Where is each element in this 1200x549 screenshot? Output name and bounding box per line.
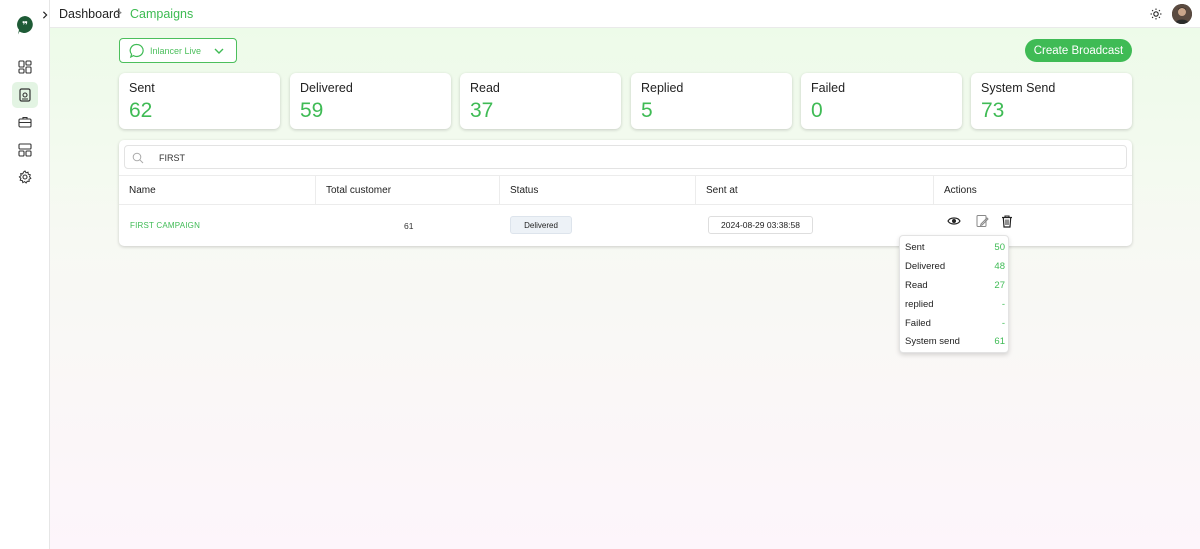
account-select-label: Inlancer Live: [150, 45, 202, 56]
sidebar-item-layout[interactable]: [12, 137, 38, 163]
main-content: Inlancer Live Create Broadcast Sent 62 D…: [50, 28, 1200, 549]
popover-label: Read: [905, 280, 928, 291]
popover-label: System send: [905, 336, 960, 347]
popover-value: -: [1001, 299, 1005, 310]
table-header: Name Total customer Status Sent at Actio…: [119, 175, 1132, 205]
popover-row: Delivered 48: [900, 258, 1010, 276]
popover-row: System send 61: [900, 333, 1010, 351]
gear-icon: [18, 170, 32, 184]
layout-icon: [18, 143, 32, 157]
briefcase-icon: [18, 116, 32, 128]
stat-label: Read: [470, 81, 500, 95]
popover-row: Read 27: [900, 277, 1010, 295]
campaign-book-icon: [19, 88, 31, 102]
dashboard-grid-icon: [18, 60, 32, 74]
sidebar-item-campaigns[interactable]: [12, 82, 38, 108]
stat-card-read: Read 37: [460, 73, 621, 129]
column-header-actions: Actions: [944, 185, 977, 196]
stat-card-replied: Replied 5: [631, 73, 792, 129]
stat-value: 62: [129, 99, 153, 122]
campaign-name-link[interactable]: FIRST CAMPAIGN: [130, 221, 200, 230]
stat-value: 73: [981, 99, 1005, 122]
breadcrumb-campaigns: Campaigns: [130, 7, 194, 21]
column-header-name[interactable]: Name: [119, 176, 316, 205]
stats-popover: Sent 50 Delivered 48 Read 27 replied - F…: [899, 235, 1009, 353]
eye-icon[interactable]: [947, 214, 961, 228]
account-select[interactable]: Inlancer Live: [119, 38, 237, 63]
stat-value: 59: [300, 99, 324, 122]
stat-card-failed: Failed 0: [801, 73, 962, 129]
total-customer-cell: 61: [404, 221, 414, 231]
stat-label: System Send: [981, 81, 1056, 95]
top-bar: Dashboard > Campaigns: [50, 0, 1200, 28]
sidebar-item-settings[interactable]: [12, 164, 38, 190]
breadcrumb-separator: >: [116, 8, 122, 19]
breadcrumb-dashboard[interactable]: Dashboard: [59, 7, 120, 21]
search-icon: [132, 152, 144, 164]
sidebar-item-dashboard[interactable]: [12, 54, 38, 80]
edit-icon[interactable]: [975, 214, 989, 228]
popover-label: Sent: [905, 242, 925, 253]
search-box[interactable]: [124, 145, 1127, 169]
stat-value: 37: [470, 99, 494, 122]
stat-card-sent: Sent 62: [119, 73, 280, 129]
stat-card-system-send: System Send 73: [971, 73, 1132, 129]
stat-label: Replied: [641, 81, 684, 95]
sidebar-item-briefcase[interactable]: [12, 109, 38, 135]
sent-at-cell: 2024-08-29 03:38:58: [708, 216, 813, 234]
quote-chat-logo-icon: ❞: [15, 15, 35, 35]
popover-row: Failed -: [900, 315, 1010, 333]
column-header-total-customer[interactable]: Total customer: [316, 176, 500, 205]
trash-icon[interactable]: [1000, 214, 1014, 228]
popover-value: -: [1001, 318, 1005, 329]
stat-label: Delivered: [300, 81, 353, 95]
column-header-sent-at[interactable]: Sent at: [696, 176, 934, 205]
stat-card-delivered: Delivered 59: [290, 73, 451, 129]
popover-value: 50: [994, 242, 1005, 253]
popover-label: replied: [905, 299, 934, 310]
avatar[interactable]: [1172, 4, 1192, 24]
stat-value: 5: [641, 99, 653, 122]
chat-bubble-icon: [129, 43, 144, 58]
popover-value: 48: [994, 261, 1005, 272]
search-input[interactable]: [159, 149, 1059, 166]
campaigns-table: Name Total customer Status Sent at Actio…: [119, 140, 1132, 246]
column-header-status[interactable]: Status: [500, 176, 696, 205]
popover-value: 61: [994, 336, 1005, 347]
stat-label: Failed: [811, 81, 846, 95]
chevron-down-icon: [214, 48, 224, 54]
status-badge: Delivered: [510, 216, 572, 234]
popover-label: Failed: [905, 318, 931, 329]
create-broadcast-button[interactable]: Create Broadcast: [1025, 39, 1132, 62]
stat-label: Sent: [129, 81, 155, 95]
sun-icon[interactable]: [1150, 7, 1162, 20]
popover-row: Sent 50: [900, 239, 1010, 257]
popover-value: 27: [994, 280, 1005, 291]
svg-text:❞: ❞: [22, 21, 28, 32]
popover-label: Delivered: [905, 261, 946, 272]
popover-row: replied -: [900, 296, 1010, 314]
stat-value: 0: [811, 99, 823, 122]
sidebar: ❞: [0, 0, 50, 549]
